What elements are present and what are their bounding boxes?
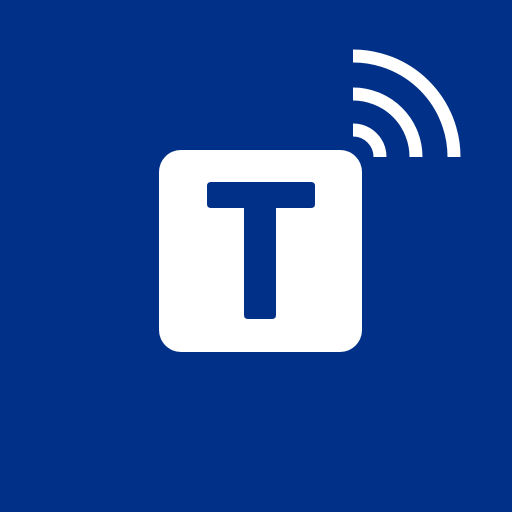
app-icon: [0, 0, 512, 512]
wireless-signal-icon: [352, 49, 461, 158]
